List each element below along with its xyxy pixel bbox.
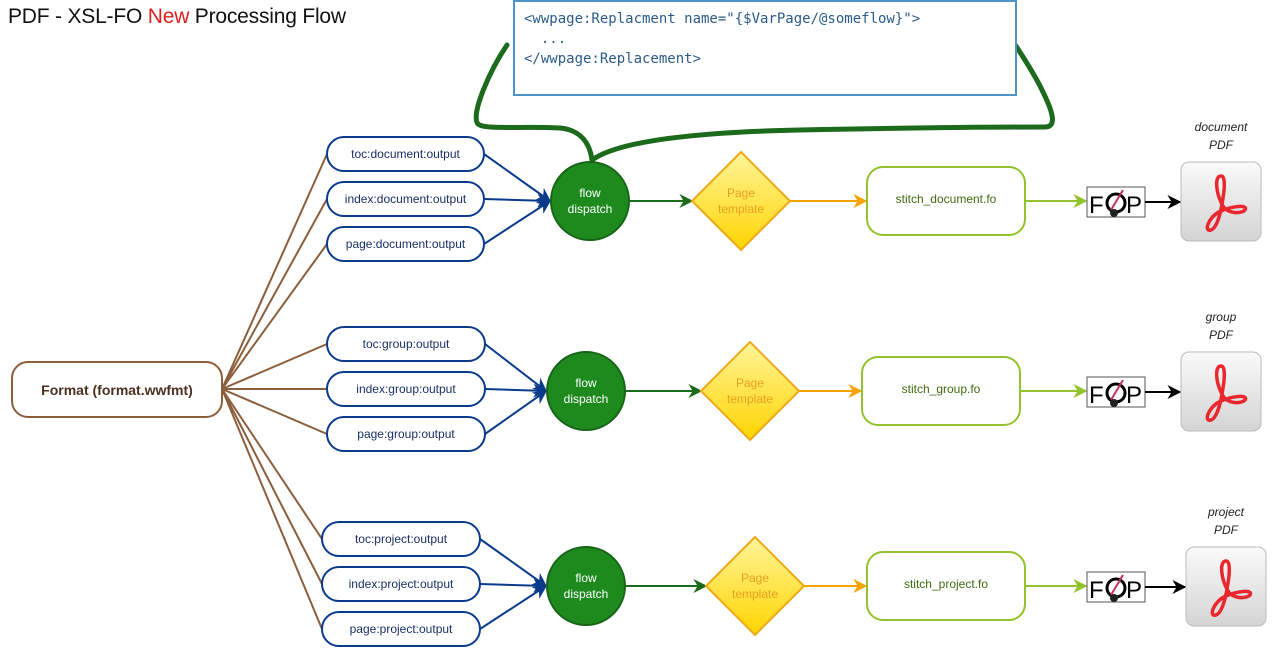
code-line: </wwpage:Replacement> xyxy=(524,51,702,67)
pdf-output-label: PDF xyxy=(1209,138,1234,152)
output-edge xyxy=(483,153,552,202)
fop-label: P xyxy=(1126,192,1142,219)
code-line: ... xyxy=(524,31,567,47)
output-node[interactable]: page:group:output xyxy=(326,416,486,452)
output-label: index:group:output xyxy=(356,382,456,396)
fan-edge xyxy=(221,198,328,390)
fop-processor-icon: FP xyxy=(1086,376,1146,409)
dispatch-label: flow xyxy=(575,571,597,585)
page-template-node[interactable]: Page template xyxy=(690,150,792,252)
flow-row-document: toc:document:output index:document:output… xyxy=(326,120,1262,262)
stitch-label: stitch_group.fo xyxy=(902,382,981,396)
stitch-label: stitch_project.fo xyxy=(904,577,988,591)
pdf-icon[interactable] xyxy=(1185,546,1267,627)
output-node[interactable]: index:project:output xyxy=(321,566,481,602)
pdf-output-label: PDF xyxy=(1214,523,1239,537)
pdf-icon[interactable] xyxy=(1180,351,1262,432)
output-node[interactable]: index:group:output xyxy=(326,371,486,407)
flow-dispatch-node[interactable]: flow dispatch xyxy=(546,546,626,626)
code-snippet: <wwpage:Replacment name="{$VarPage/@some… xyxy=(515,2,1015,69)
code-snippet-box: <wwpage:Replacment name="{$VarPage/@some… xyxy=(513,0,1017,96)
output-edge xyxy=(479,585,548,630)
output-edge xyxy=(484,390,548,435)
stitch-node[interactable]: stitch_project.fo xyxy=(866,551,1026,621)
page-template-node[interactable]: Page template xyxy=(704,535,806,637)
output-label: page:document:output xyxy=(346,237,466,251)
dispatch-label: flow xyxy=(579,186,601,200)
flow-diagram: toc:document:output index:document:output… xyxy=(11,42,1267,647)
output-edge xyxy=(479,578,548,593)
output-edge xyxy=(479,538,548,587)
stitch-label: stitch_document.fo xyxy=(896,192,997,206)
page-template-node[interactable]: Page template xyxy=(699,340,801,442)
code-line: <wwpage:Replacment name="{$VarPage/@some… xyxy=(524,11,921,27)
dispatch-label: flow xyxy=(575,376,597,390)
output-label: page:group:output xyxy=(357,427,455,441)
stitch-node[interactable]: stitch_group.fo xyxy=(861,356,1021,426)
output-label: toc:group:output xyxy=(363,337,450,351)
fop-processor-icon: FP xyxy=(1086,571,1146,604)
output-node[interactable]: toc:group:output xyxy=(326,326,486,362)
output-label: index:document:output xyxy=(345,192,467,206)
output-node[interactable]: toc:project:output xyxy=(321,521,481,557)
stitch-node[interactable]: stitch_document.fo xyxy=(866,166,1026,236)
template-label: template xyxy=(718,202,764,216)
fop-label: F xyxy=(1089,382,1104,409)
flow-dispatch-node[interactable]: flow dispatch xyxy=(550,161,630,241)
output-label: page:project:output xyxy=(350,622,453,636)
fop-label: P xyxy=(1126,382,1142,409)
output-edge xyxy=(483,193,552,208)
template-label: Page xyxy=(741,571,769,585)
output-label: index:project:output xyxy=(349,577,454,591)
dispatch-label: dispatch xyxy=(564,392,609,406)
pdf-icon[interactable] xyxy=(1180,161,1262,242)
output-node[interactable]: page:document:output xyxy=(326,226,485,262)
flow-dispatch-node[interactable]: flow dispatch xyxy=(546,351,626,431)
output-label: toc:project:output xyxy=(355,532,448,546)
fop-label: F xyxy=(1089,577,1104,604)
pdf-output-label: group xyxy=(1206,310,1237,324)
format-node[interactable]: Format (format.wwfmt) xyxy=(11,361,223,418)
template-label: template xyxy=(727,392,773,406)
template-label: template xyxy=(732,587,778,601)
flow-row-group: toc:group:output index:group:output page:g… xyxy=(326,310,1262,452)
fop-processor-icon: FP xyxy=(1086,186,1146,219)
output-edge xyxy=(484,383,548,398)
flow-row-project: toc:project:output index:project:output pa… xyxy=(321,505,1267,647)
template-label: Page xyxy=(727,186,755,200)
output-label: toc:document:output xyxy=(351,147,460,161)
fan-edge xyxy=(221,388,323,585)
dispatch-label: dispatch xyxy=(568,202,613,216)
pdf-output-label: document xyxy=(1195,120,1248,134)
output-node[interactable]: index:document:output xyxy=(326,181,485,217)
output-node[interactable]: toc:document:output xyxy=(326,136,485,172)
output-node[interactable]: page:project:output xyxy=(321,611,481,647)
format-fan-out xyxy=(221,153,328,630)
fan-edge xyxy=(221,153,328,390)
dispatch-label: dispatch xyxy=(564,587,609,601)
format-label: Format (format.wwfmt) xyxy=(41,382,193,398)
pdf-output-label: project xyxy=(1207,505,1245,519)
output-edge xyxy=(483,200,552,245)
output-edge xyxy=(484,343,548,392)
fop-label: F xyxy=(1089,192,1104,219)
fop-label: P xyxy=(1126,577,1142,604)
pdf-output-label: PDF xyxy=(1209,328,1234,342)
template-label: Page xyxy=(736,376,764,390)
